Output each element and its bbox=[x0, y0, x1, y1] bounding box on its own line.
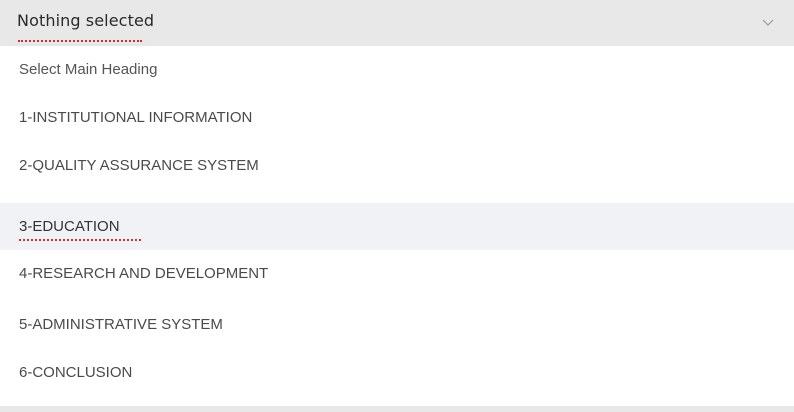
select-toggle-button[interactable]: Nothing selected bbox=[0, 0, 794, 46]
chevron-down-icon[interactable] bbox=[762, 16, 774, 28]
bottom-border bbox=[0, 406, 794, 412]
spellcheck-underline bbox=[19, 239, 141, 241]
menu-item-research-and-development[interactable]: 4-RESEARCH AND DEVELOPMENT bbox=[0, 250, 794, 298]
menu-item-label: 3-EDUCATION bbox=[19, 218, 120, 235]
menu-item-label: 4-RESEARCH AND DEVELOPMENT bbox=[19, 265, 269, 282]
menu-item-label: 5-ADMINISTRATIVE SYSTEM bbox=[19, 316, 223, 333]
menu-item-select-main-heading[interactable]: Select Main Heading bbox=[0, 46, 794, 94]
menu-item-institutional-information[interactable]: 1-INSTITUTIONAL INFORMATION bbox=[0, 94, 794, 142]
heading-select[interactable]: Nothing selected Select Main Heading 1-I… bbox=[0, 0, 794, 412]
dropdown-menu: Select Main Heading 1-INSTITUTIONAL INFO… bbox=[0, 46, 794, 406]
select-current-value: Nothing selected bbox=[17, 11, 155, 30]
menu-item-quality-assurance-system[interactable]: 2-QUALITY ASSURANCE SYSTEM bbox=[0, 142, 794, 190]
menu-item-education[interactable]: 3-EDUCATION bbox=[0, 203, 794, 250]
menu-item-label: Select Main Heading bbox=[19, 61, 158, 78]
menu-item-label: 2-QUALITY ASSURANCE SYSTEM bbox=[19, 157, 259, 174]
menu-item-label: 6-CONCLUSION bbox=[19, 364, 133, 381]
menu-item-administrative-system[interactable]: 5-ADMINISTRATIVE SYSTEM bbox=[0, 301, 794, 349]
menu-item-conclusion[interactable]: 6-CONCLUSION bbox=[0, 349, 794, 397]
spellcheck-underline bbox=[18, 40, 142, 42]
menu-item-label: 1-INSTITUTIONAL INFORMATION bbox=[19, 109, 253, 126]
